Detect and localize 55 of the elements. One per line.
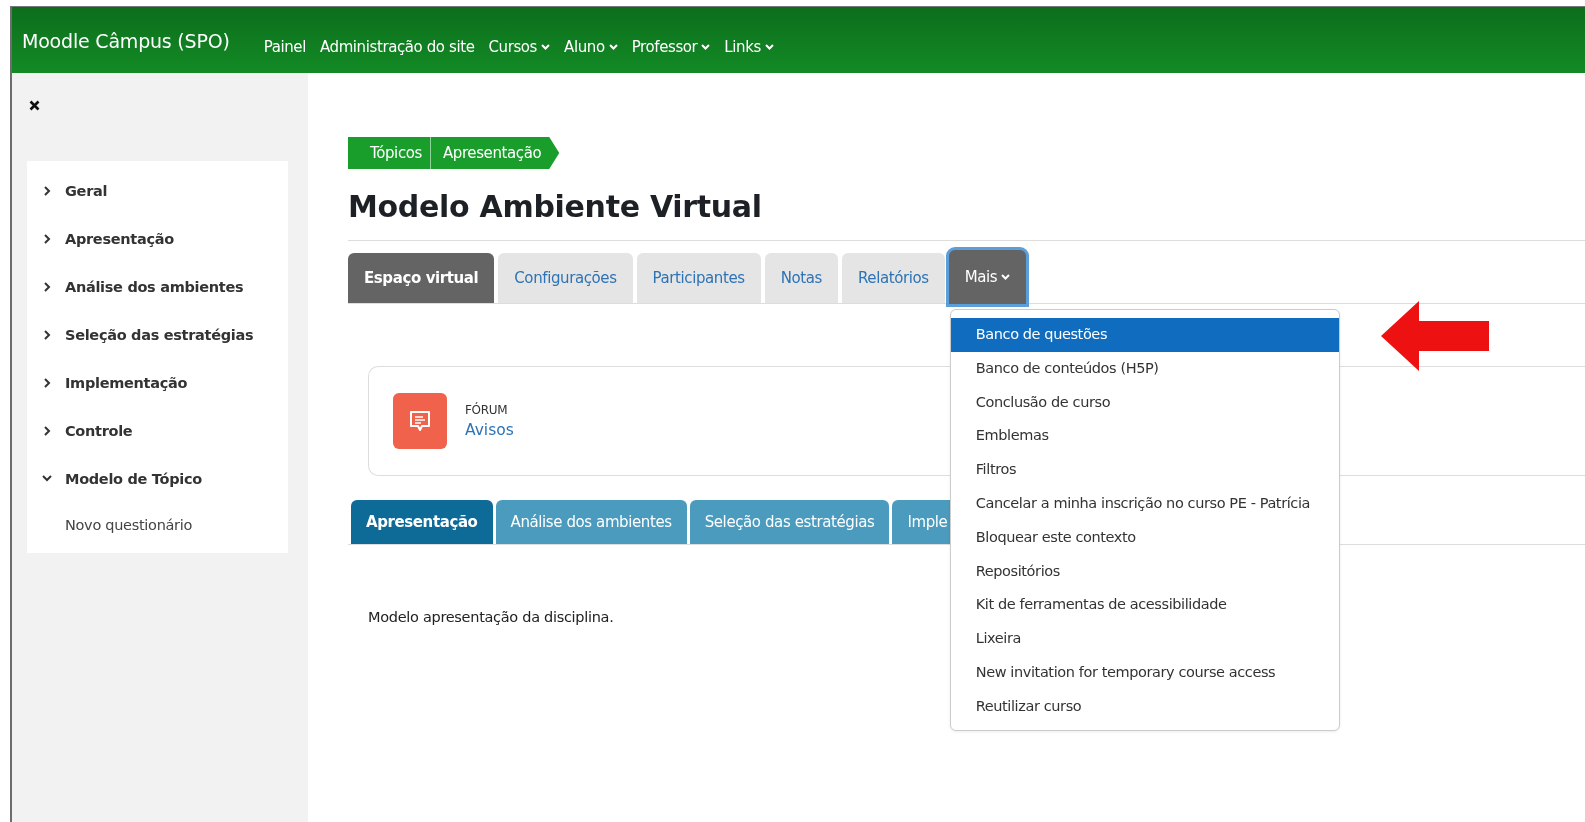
menu-item[interactable]: Banco de questões <box>950 318 1339 352</box>
menu-item[interactable]: Filtros <box>950 453 1339 487</box>
breadcrumb-link[interactable]: Tópicos <box>348 137 431 169</box>
menu-item[interactable]: Repositórios <box>950 554 1339 589</box>
menu-item[interactable]: New invitation for temporary course access <box>950 655 1339 690</box>
activity-item[interactable]: Novo questionário <box>27 503 288 547</box>
page-title: Modelo Ambiente Virtual <box>348 189 763 224</box>
section-tab[interactable]: Análise dos ambientes <box>495 500 687 544</box>
menu-item[interactable]: Banco de conteúdos (H5P) <box>950 351 1339 386</box>
course-section-item[interactable]: Implementação <box>27 359 288 407</box>
nav-tab[interactable]: Relatórios <box>842 253 945 303</box>
close-icon <box>29 100 40 111</box>
section-summary-text: Modelo apresentação da disciplina. <box>368 609 614 625</box>
section-tab[interactable]: Apresentação <box>351 500 493 544</box>
menu-item[interactable]: Conclusão de curso <box>950 385 1339 420</box>
nav-tab[interactable]: Configurações <box>498 253 633 303</box>
section-label: Geral <box>65 183 108 199</box>
activity-link[interactable]: Avisos <box>465 421 514 439</box>
course-section-item[interactable]: Análise dos ambientes <box>27 263 288 311</box>
nav-tab[interactable]: Espaço virtual <box>348 253 495 303</box>
nav-link[interactable]: Professor <box>631 38 711 56</box>
nav-tab[interactable]: Participantes <box>636 253 761 303</box>
section-label: Apresentação <box>65 231 174 247</box>
section-label: Controle <box>65 423 133 439</box>
menu-item[interactable]: Lixeira <box>950 622 1339 656</box>
caret-icon <box>701 44 711 50</box>
section-tab[interactable]: Seleção das estratégias <box>689 500 890 544</box>
menu-item[interactable]: Reutilizar curso <box>950 689 1339 724</box>
close-button[interactable] <box>27 98 42 113</box>
nav-link[interactable]: Painel <box>263 38 306 56</box>
nav-link[interactable]: Cursos <box>488 38 551 56</box>
site-name-link[interactable]: Moodle Câmpus (SPO) <box>22 30 230 52</box>
speech-bubble-icon <box>407 408 433 434</box>
course-section-item[interactable]: Geral <box>27 167 288 215</box>
course-section-item[interactable]: Controle <box>27 407 288 455</box>
course-section-item[interactable]: Seleção das estratégias <box>27 311 288 359</box>
section-label: Análise dos ambientes <box>65 279 244 295</box>
nav-link[interactable]: Administração do site <box>319 38 475 56</box>
caret-icon <box>764 44 774 50</box>
caret-icon <box>541 44 551 50</box>
nav-link[interactable]: Aluno <box>564 38 618 56</box>
course-section-item[interactable]: Modelo de Tópico <box>27 455 288 503</box>
section-label: Seleção das estratégias <box>65 327 254 343</box>
breadcrumb-link[interactable]: Apresentação <box>430 137 560 169</box>
nav-link[interactable]: Links <box>724 38 774 56</box>
section-label: Modelo de Tópico <box>65 471 202 487</box>
more-menu-tab[interactable]: Mais <box>948 250 1027 304</box>
menu-item[interactable]: Kit de ferramentas de acessibilidade <box>950 588 1339 623</box>
menu-item[interactable]: Emblemas <box>950 419 1339 454</box>
caret-icon <box>608 44 618 50</box>
course-section-item[interactable]: Apresentação <box>27 215 288 263</box>
section-label: Implementação <box>65 375 188 391</box>
activity-type-label: FÓRUM <box>465 403 509 417</box>
caret-icon <box>1001 274 1011 280</box>
nav-tab[interactable]: Notas <box>764 253 838 303</box>
